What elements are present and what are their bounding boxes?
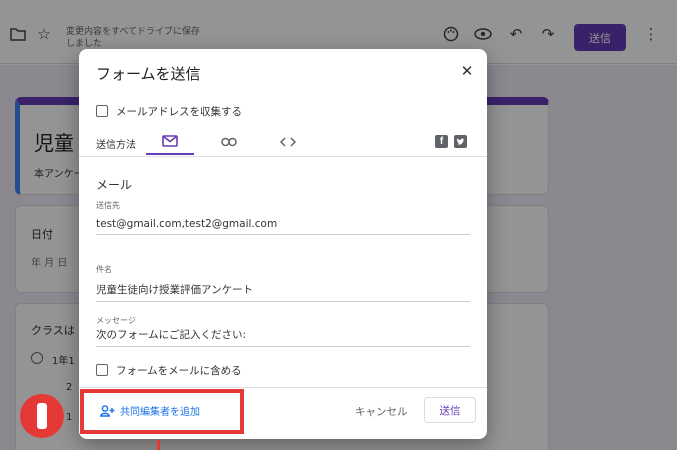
to-field-label: 送信先 (96, 201, 120, 210)
footer-divider (79, 387, 487, 388)
tab-link[interactable] (205, 129, 253, 155)
step-marker-bar (37, 403, 47, 429)
facebook-icon[interactable]: f (435, 135, 448, 148)
to-field[interactable]: test@gmail.com,test2@gmail.com (96, 218, 470, 235)
include-form-checkbox[interactable] (96, 364, 108, 376)
subject-field-label: 件名 (96, 265, 112, 274)
include-form-label: フォームをメールに含める (116, 365, 242, 377)
pointer-line (157, 440, 160, 450)
collect-email-label: メールアドレスを収集する (116, 106, 242, 118)
message-field-label: メッセージ (96, 316, 136, 325)
tab-email[interactable] (146, 129, 194, 155)
embed-code-icon (280, 137, 296, 147)
tab-embed[interactable] (264, 129, 312, 155)
step-badge (20, 394, 64, 438)
cancel-button[interactable]: キャンセル (355, 404, 408, 419)
message-field[interactable]: 次のフォームにご記入ください: (96, 327, 470, 347)
twitter-icon[interactable] (454, 135, 467, 148)
link-icon (221, 137, 237, 147)
tabs-divider (79, 156, 487, 157)
email-section-title: メール (96, 178, 133, 192)
send-method-label: 送信方法 (96, 140, 136, 151)
collect-email-checkbox[interactable] (96, 105, 108, 117)
send-button[interactable]: 送信 (424, 397, 476, 423)
dialog-title: フォームを送信 (96, 65, 201, 83)
close-icon[interactable]: ✕ (457, 61, 477, 81)
highlight-box (80, 389, 244, 434)
subject-field[interactable]: 児童生徒向け授業評価アンケート (96, 282, 470, 302)
email-icon (162, 135, 178, 147)
send-form-dialog: フォームを送信 ✕ メールアドレスを収集する 送信方法 f メール 送信先 te… (79, 49, 487, 439)
